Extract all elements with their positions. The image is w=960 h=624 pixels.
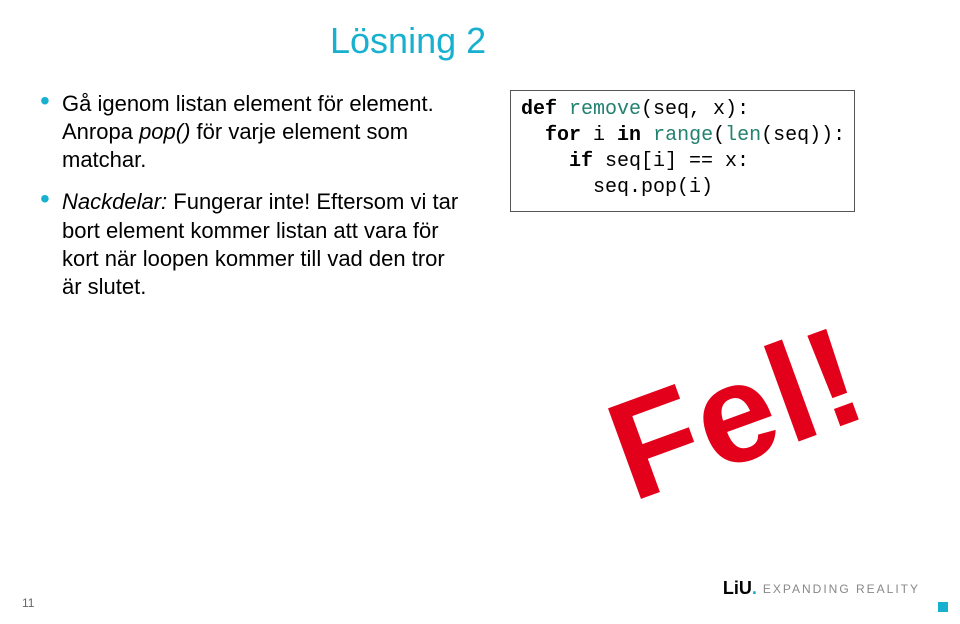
code-text: (seq)): [761,124,845,147]
code-text: i [581,124,617,147]
logo-dot-icon: . [752,578,757,598]
code-function: remove [569,98,641,121]
page-number: 11 [22,596,34,610]
code-keyword: if [569,150,593,173]
content-columns: Gå igenom listan element för element. An… [40,90,920,315]
code-text: seq.pop(i) [521,176,713,199]
logo-text: LiU [723,578,752,598]
code-function: len [725,124,761,147]
code-text: ( [713,124,725,147]
code-text: (seq, x): [641,98,749,121]
page-title: Lösning 2 [330,20,920,62]
code-text: seq[i] == x: [593,150,749,173]
code-keyword: in [617,124,641,147]
error-stamp: Fel! [588,293,885,533]
logo-tagline: EXPANDING REALITY [763,582,920,596]
code-function: range [653,124,713,147]
code-column: def remove(seq, x): for i in range(len(s… [510,90,855,315]
footer-logo: LiU. EXPANDING REALITY [723,578,920,599]
bullet-italic: Nackdelar: [62,189,167,214]
bullet-list: Gå igenom listan element för element. An… [40,90,470,315]
logo-liu: LiU. [723,578,757,599]
code-block: def remove(seq, x): for i in range(len(s… [510,90,855,212]
bullet-italic: pop() [139,119,190,144]
code-keyword: def [521,98,557,121]
corner-square-icon [938,602,948,612]
slide: Lösning 2 Gå igenom listan element för e… [0,0,960,624]
list-item: Gå igenom listan element för element. An… [40,90,470,174]
list-item: Nackdelar: Fungerar inte! Eftersom vi ta… [40,188,470,301]
code-keyword: for [545,124,581,147]
